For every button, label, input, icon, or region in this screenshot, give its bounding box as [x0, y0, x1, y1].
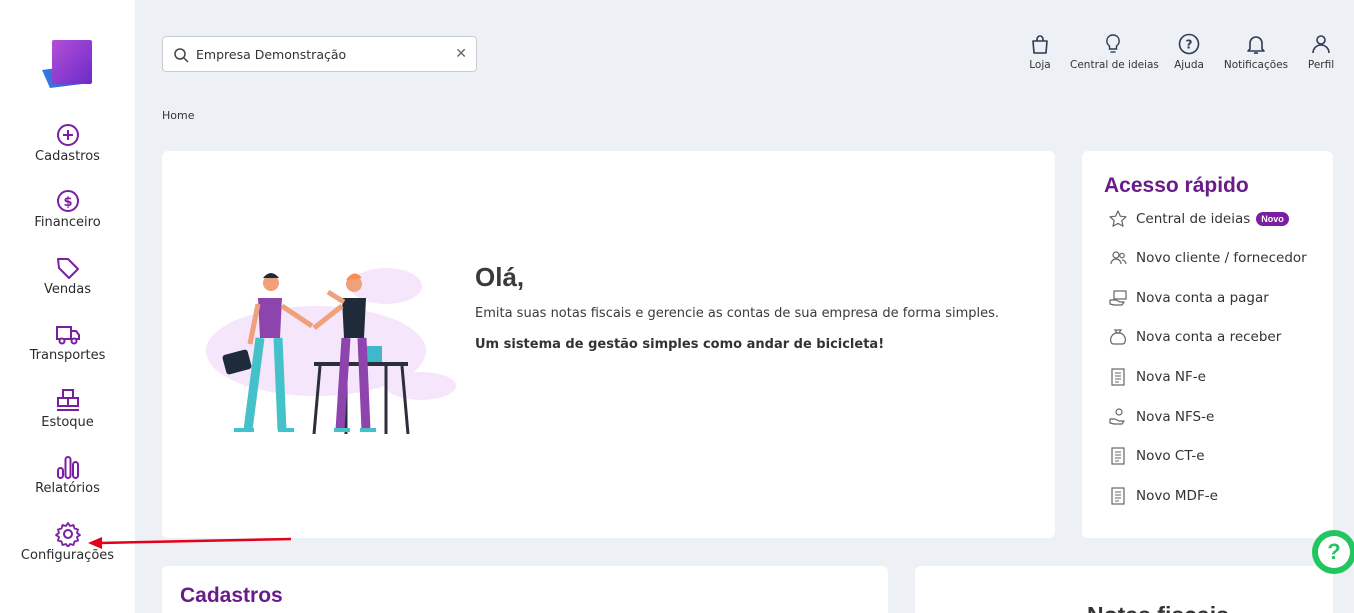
sidebar-item-label: Configurações	[20, 548, 115, 563]
sidebar-item-label: Estoque	[41, 415, 94, 430]
topbar-item-label: Ajuda	[1174, 59, 1204, 71]
topbar-item-label: Notificações	[1223, 59, 1289, 71]
search-value: Empresa Demonstração	[196, 47, 347, 62]
svg-text:?: ?	[1186, 38, 1193, 52]
topbar-item-ajuda[interactable]: ? Ajuda	[1173, 33, 1205, 71]
quick-item-label: Novo CT-e	[1136, 448, 1205, 464]
topbar-item-notificacoes[interactable]: Notificações	[1222, 33, 1290, 71]
sidebar-item-vendas[interactable]: Vendas	[0, 255, 135, 297]
greeting-title: Olá,	[475, 262, 525, 292]
welcome-card: Olá, Emita suas notas fiscais e gerencie…	[162, 151, 1055, 538]
bar-chart-icon	[56, 456, 79, 479]
quick-item-novo-cte[interactable]: Novo CT-e	[1108, 444, 1205, 468]
close-icon[interactable]: ✕	[455, 45, 467, 62]
welcome-text: Emita suas notas fiscais e gerencie as c…	[475, 306, 1000, 321]
quick-item-central-ideias[interactable]: Central de ideias Novo	[1108, 207, 1289, 231]
document-icon	[1111, 487, 1125, 505]
quick-item-nova-nfe[interactable]: Nova NF-e	[1108, 365, 1206, 389]
sidebar-item-relatorios[interactable]: Relatórios	[0, 454, 135, 496]
question-icon: ?	[1178, 33, 1200, 55]
plus-circle-icon	[56, 124, 79, 146]
sidebar-item-label: Transportes	[29, 348, 106, 363]
help-chat-button[interactable]: ?	[1312, 530, 1354, 574]
quick-item-label: Nova conta a pagar	[1136, 290, 1269, 306]
handshake-illustration	[206, 268, 456, 434]
sidebar-item-estoque[interactable]: Estoque	[0, 388, 135, 430]
new-badge: Novo	[1256, 212, 1289, 226]
app-logo[interactable]	[42, 40, 94, 90]
cadastros-card: Cadastros	[162, 566, 888, 613]
sidebar-item-financeiro[interactable]: $ Financeiro	[0, 188, 135, 230]
quick-item-conta-receber[interactable]: Nova conta a receber	[1108, 325, 1281, 349]
topbar-item-perfil[interactable]: Perfil	[1306, 33, 1336, 71]
annotation-arrow	[88, 537, 292, 549]
document-icon	[1111, 447, 1125, 465]
star-icon	[1109, 210, 1127, 227]
boxes-icon	[56, 389, 79, 411]
quick-item-label: Central de ideias	[1136, 211, 1251, 227]
truck-icon	[55, 326, 80, 345]
topbar-item-label: Central de ideias	[1070, 59, 1159, 71]
gear-icon	[54, 522, 81, 547]
quick-item-conta-pagar[interactable]: Nova conta a pagar	[1108, 286, 1269, 310]
sidebar-item-label: Relatórios	[35, 481, 100, 496]
document-icon	[1111, 368, 1125, 386]
sidebar-item-label: Vendas	[43, 282, 92, 297]
sidebar-item-label: Cadastros	[35, 149, 100, 164]
money-hand-icon	[1109, 290, 1127, 306]
users-icon	[1110, 251, 1127, 265]
user-icon	[1312, 35, 1330, 54]
question-icon: ?	[1318, 536, 1350, 568]
quick-item-label: Nova NF-e	[1136, 369, 1206, 385]
company-search-input[interactable]: Empresa Demonstração ✕	[162, 36, 477, 72]
bulb-icon	[1106, 34, 1120, 53]
tagline: Um sistema de gestão simples como andar …	[475, 337, 885, 352]
topbar-item-central-ideias[interactable]: Central de ideias	[1070, 33, 1159, 71]
topbar-item-label: Perfil	[1307, 59, 1335, 71]
notas-fiscais-card: Notas fiscais	[915, 566, 1333, 613]
breadcrumb[interactable]: Home	[162, 109, 194, 122]
search-icon	[174, 48, 189, 63]
service-hand-icon	[1109, 408, 1125, 425]
cadastros-title: Cadastros	[180, 584, 283, 607]
sidebar-item-label: Financeiro	[34, 215, 101, 230]
tag-icon	[56, 258, 79, 279]
quick-item-label: Novo MDF-e	[1136, 488, 1218, 504]
topbar-item-loja[interactable]: Loja	[1028, 33, 1052, 71]
topbar-item-label: Loja	[1029, 59, 1051, 71]
quick-item-label: Novo cliente / fornecedor	[1136, 250, 1307, 266]
notas-fiscais-title: Notas fiscais	[1087, 602, 1229, 613]
dollar-circle-icon: $	[56, 190, 79, 212]
quick-item-novo-cliente[interactable]: Novo cliente / fornecedor	[1108, 246, 1307, 270]
quick-item-label: Nova NFS-e	[1136, 409, 1215, 425]
bell-icon	[1247, 36, 1265, 54]
svg-text:$: $	[63, 195, 72, 210]
quick-access-title: Acesso rápido	[1104, 174, 1249, 197]
quick-item-novo-mdfe[interactable]: Novo MDF-e	[1108, 484, 1218, 508]
money-bag-icon	[1110, 329, 1126, 345]
sidebar-item-cadastros[interactable]: Cadastros	[0, 122, 135, 164]
quick-access-card: Acesso rápido Central de ideias Novo Nov…	[1082, 151, 1333, 538]
quick-item-label: Nova conta a receber	[1136, 329, 1282, 345]
quick-item-nova-nfse[interactable]: Nova NFS-e	[1108, 405, 1214, 429]
sidebar-item-transportes[interactable]: Transportes	[0, 321, 135, 363]
sidebar: Cadastros $ Financeiro Vendas Transporte…	[0, 0, 135, 613]
bag-icon	[1032, 35, 1048, 54]
